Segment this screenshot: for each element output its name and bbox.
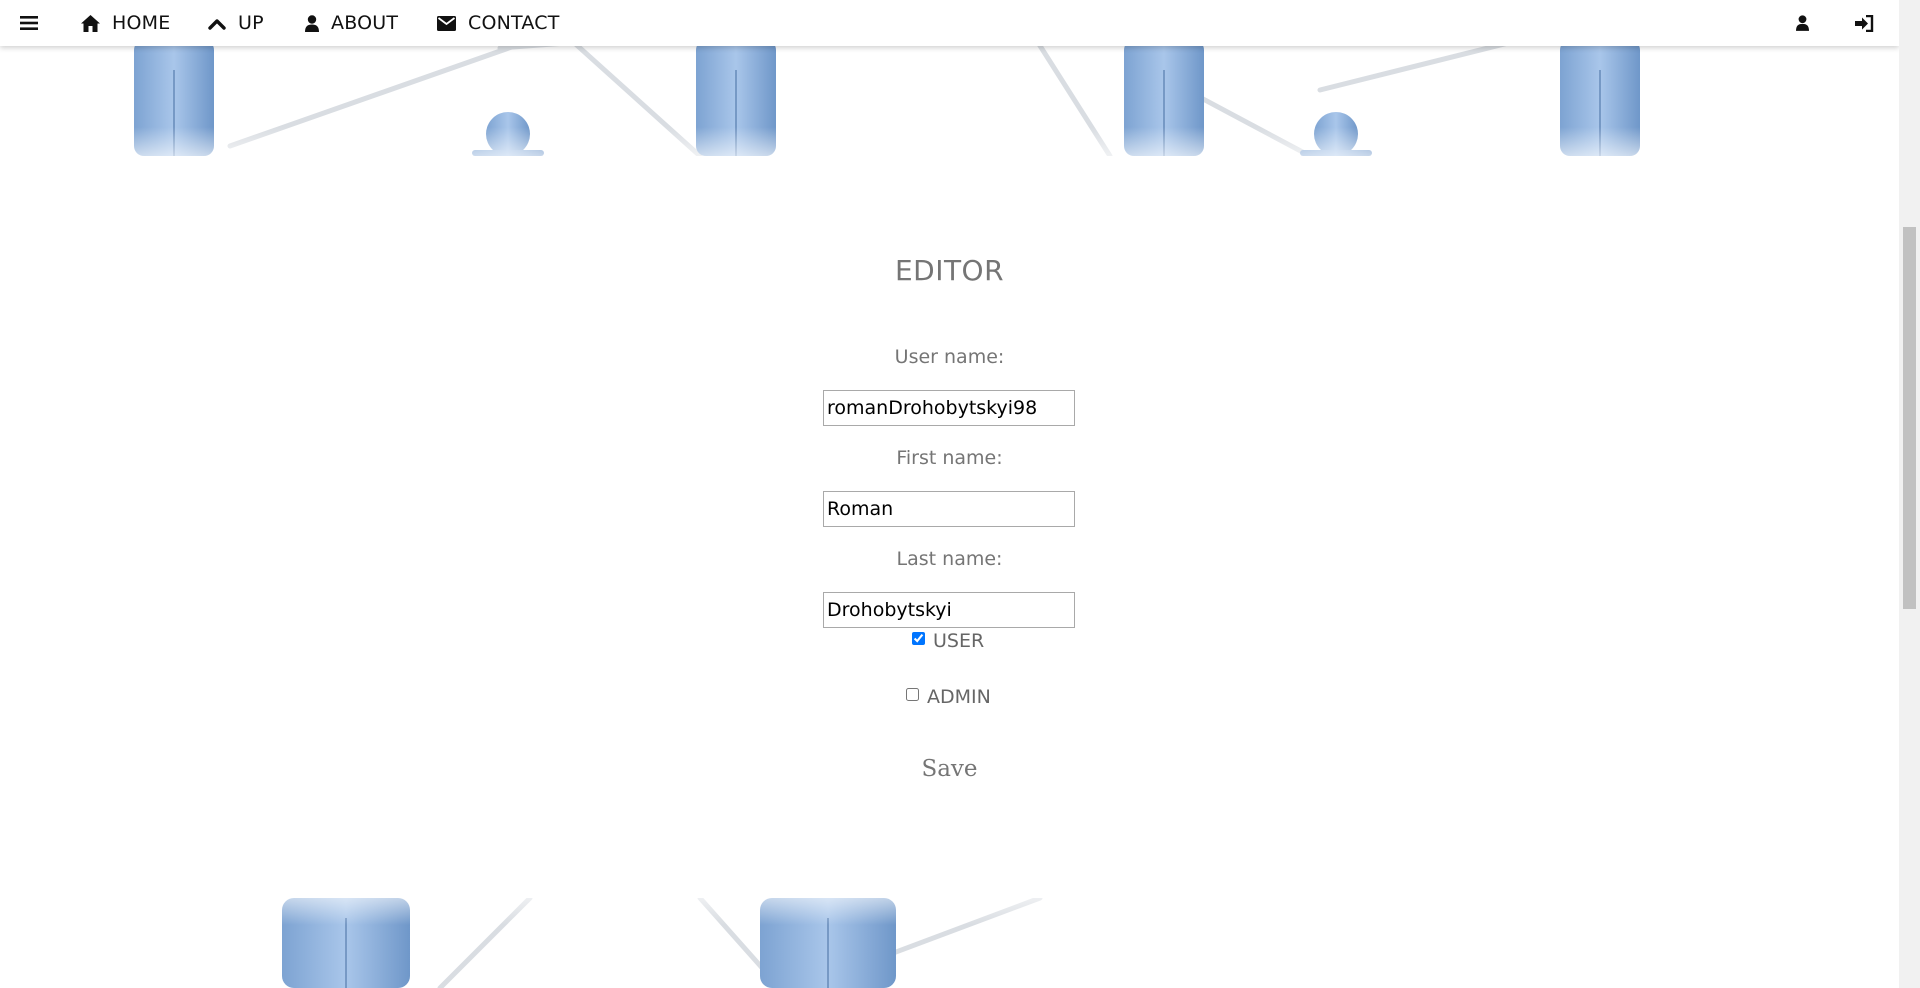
editor-title: EDITOR [894,254,1005,287]
chevron-up-icon [208,17,226,30]
lastname-input[interactable] [823,592,1075,628]
role-admin-option[interactable]: ADMIN [906,686,991,708]
username-input[interactable] [823,390,1075,426]
sign-in-button[interactable] [1855,0,1874,46]
hero-banner-top [0,40,1899,156]
sign-in-icon [1855,14,1874,32]
role-admin-label: ADMIN [927,686,991,708]
scrollbar-thumb[interactable] [1903,227,1916,609]
nav-home-link[interactable]: HOME [81,0,170,46]
nav-about-link[interactable]: ABOUT [305,0,398,46]
user-icon [305,14,319,32]
top-navbar: HOME UP ABOUT CONTACT [0,0,1899,46]
nav-up-link[interactable]: UP [208,0,264,46]
role-user-option[interactable]: USER [912,630,984,652]
hero-banner-bottom [0,898,1899,988]
role-admin-checkbox[interactable] [906,687,919,701]
hamburger-menu-icon [20,15,38,31]
menu-toggle-button[interactable] [20,0,38,46]
firstname-input[interactable] [823,491,1075,527]
username-label: User name: [894,346,1005,368]
role-user-label: USER [933,630,985,652]
user-profile-button[interactable] [1796,0,1809,46]
nav-up-label: UP [238,12,264,34]
role-user-checkbox[interactable] [912,631,925,645]
page: HOME UP ABOUT CONTACT EDITOR User name: … [0,0,1899,988]
nav-contact-link[interactable]: CONTACT [437,0,560,46]
nav-about-label: ABOUT [331,12,399,34]
save-button[interactable]: Save [0,756,1899,782]
page-scrollbar[interactable] [1899,0,1920,988]
nav-contact-label: CONTACT [468,12,560,34]
firstname-label: First name: [896,447,1003,469]
nav-home-label: HOME [112,12,171,34]
envelope-icon [437,15,456,31]
lastname-label: Last name: [896,548,1003,570]
home-icon [81,14,100,32]
user-profile-icon [1796,15,1809,31]
